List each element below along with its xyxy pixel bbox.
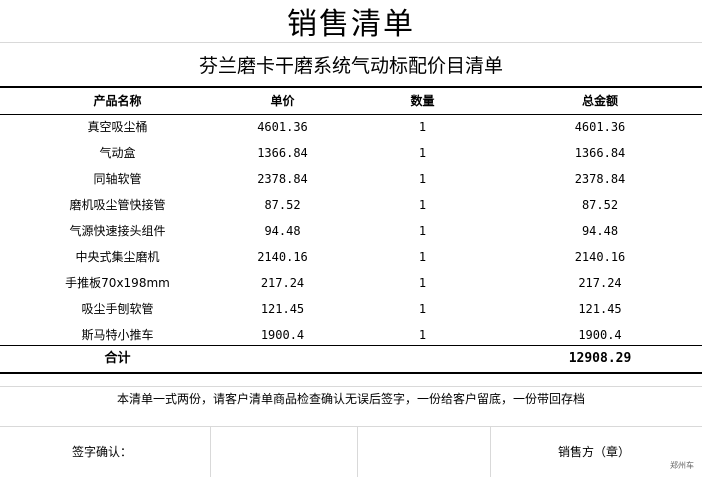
- instruction-note: 本清单一式两份，请客户清单商品检查确认无误后签字，一份给客户留底，一份带回存档: [116, 392, 585, 406]
- table-row: 气源快速接头组件 94.48 1 94.48: [0, 218, 702, 244]
- table-row: 手推板70x198mm 217.24 1 217.24: [0, 270, 702, 296]
- table-row: 中央式集尘磨机 2140.16 1 2140.16: [0, 244, 702, 270]
- table-row: 吸尘手刨软管 121.45 1 121.45: [0, 296, 702, 322]
- quantity-cell: 1: [418, 172, 427, 186]
- quantity-cell: 1: [418, 198, 427, 212]
- table-header-row: 产品名称 单价 数量 总金额: [0, 88, 702, 114]
- product-name-cell: 气动盒: [99, 146, 136, 160]
- quantity-cell: 1: [418, 120, 427, 134]
- gridline: [490, 426, 491, 477]
- gridline: [357, 426, 358, 477]
- product-name-cell: 磨机吸尘管快接管: [69, 198, 166, 212]
- quantity-cell: 1: [418, 224, 427, 238]
- header-product-name: 产品名称: [93, 94, 142, 108]
- total-amount-cell: 94.48: [581, 224, 619, 238]
- header-quantity: 数量: [410, 94, 435, 108]
- header-total-amount: 总金额: [581, 94, 618, 108]
- signature-confirm-label: 签字确认：: [72, 445, 133, 459]
- total-amount-cell: 4601.36: [574, 120, 626, 134]
- total-amount-cell: 217.24: [578, 276, 622, 290]
- product-name-cell: 同轴软管: [93, 172, 142, 186]
- product-name-cell: 手推板70x198mm: [65, 276, 170, 290]
- total-amount-cell: 2378.84: [574, 172, 626, 186]
- gridline: [0, 42, 702, 43]
- table-row: 磨机吸尘管快接管 87.52 1 87.52: [0, 192, 702, 218]
- total-label: 合计: [104, 351, 131, 366]
- quantity-cell: 1: [418, 276, 427, 290]
- product-name-cell: 气源快速接头组件: [69, 224, 166, 238]
- total-amount-cell: 2140.16: [574, 250, 626, 264]
- gridline: [210, 426, 211, 477]
- table-bottom-border: [0, 372, 702, 374]
- product-name-cell: 真空吸尘桶: [87, 120, 148, 134]
- total-amount-cell: 87.52: [581, 198, 619, 212]
- table-row: 同轴软管 2378.84 1 2378.84: [0, 166, 702, 192]
- total-amount-cell: 121.45: [578, 302, 622, 316]
- table-row: 气动盒 1366.84 1 1366.84: [0, 140, 702, 166]
- quantity-cell: 1: [418, 250, 427, 264]
- total-amount-cell: 1366.84: [574, 146, 626, 160]
- table-row: 真空吸尘桶 4601.36 1 4601.36: [0, 114, 702, 140]
- product-name-cell: 吸尘手刨软管: [81, 302, 154, 316]
- quantity-cell: 1: [418, 146, 427, 160]
- product-name-cell: 中央式集尘磨机: [75, 250, 160, 264]
- page-title: 销售清单: [287, 7, 415, 42]
- page-subtitle: 芬兰磨卡干磨系统气动标配价目清单: [198, 54, 503, 77]
- gridline: [0, 426, 702, 427]
- quantity-cell: 1: [418, 302, 427, 316]
- total-value: 12908.29: [568, 351, 632, 366]
- watermark: 郑州车: [670, 461, 694, 470]
- total-row: 合计 12908.29: [0, 346, 702, 372]
- seller-seal-label: 销售方（章）: [558, 445, 631, 459]
